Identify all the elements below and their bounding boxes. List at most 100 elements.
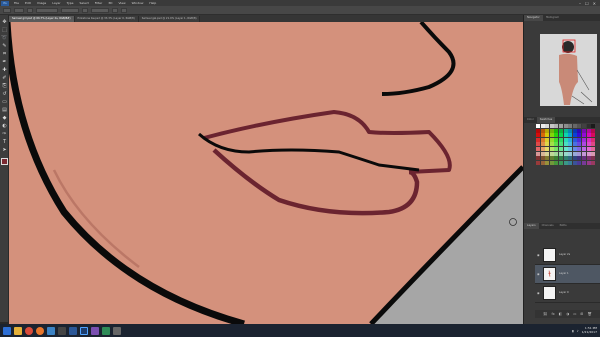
color-swatch[interactable]	[568, 142, 573, 147]
color-swatch[interactable]	[568, 156, 573, 161]
tab-layers[interactable]: Layers	[524, 223, 539, 229]
color-swatch[interactable]	[540, 147, 545, 151]
color-swatch[interactable]	[559, 128, 563, 133]
color-swatch[interactable]	[586, 124, 591, 128]
color-swatch[interactable]	[545, 137, 550, 142]
color-swatch[interactable]	[586, 147, 591, 151]
color-swatch[interactable]	[568, 137, 573, 142]
tool-preset-picker[interactable]	[3, 7, 11, 13]
link-layers-icon[interactable]: ⛓	[543, 312, 547, 316]
color-swatch[interactable]	[554, 133, 559, 138]
volume-icon[interactable]: ♪	[577, 329, 579, 333]
adjustment-layer-icon[interactable]: ◑	[566, 312, 569, 316]
color-swatch[interactable]	[545, 147, 550, 151]
color-swatch[interactable]	[536, 137, 540, 142]
type-tool-icon[interactable]: T	[1, 139, 8, 146]
visibility-eye-icon[interactable]: ◉	[537, 272, 541, 276]
firefox-icon[interactable]	[36, 326, 44, 335]
navigator-preview[interactable]	[537, 30, 600, 110]
color-swatch[interactable]	[591, 151, 596, 156]
color-swatch[interactable]	[549, 137, 554, 142]
color-swatch[interactable]	[545, 142, 550, 147]
color-swatch[interactable]	[536, 142, 540, 147]
color-swatch[interactable]	[568, 147, 573, 151]
crop-tool-icon[interactable]: ⌗	[1, 51, 8, 58]
opacity-field[interactable]	[61, 7, 79, 13]
mode-dropdown[interactable]	[36, 7, 58, 13]
color-swatch[interactable]	[545, 124, 550, 128]
color-swatch[interactable]	[554, 137, 559, 142]
color-swatch[interactable]	[549, 160, 554, 165]
layer-row[interactable]: ◉ Layer 2s	[535, 246, 600, 265]
brush-panel-toggle[interactable]	[27, 7, 33, 13]
color-swatch[interactable]	[554, 128, 559, 133]
maximize-button[interactable]: ☐	[585, 1, 589, 6]
tab-paths[interactable]: Paths	[557, 223, 570, 229]
color-swatch[interactable]	[545, 160, 550, 165]
layer-row[interactable]: ◉ Layer 0	[535, 284, 600, 303]
explorer-icon[interactable]	[14, 326, 22, 335]
color-swatch[interactable]	[559, 142, 563, 147]
color-swatch[interactable]	[568, 128, 573, 133]
color-swatch[interactable]	[572, 156, 577, 161]
tab-channels[interactable]: Channels	[539, 223, 557, 229]
document-canvas[interactable]	[9, 22, 523, 324]
color-swatch[interactable]	[591, 156, 596, 161]
color-swatch[interactable]	[545, 133, 550, 138]
layer-row[interactable]: ◉ Layer 1	[535, 265, 600, 284]
chrome-icon[interactable]	[25, 326, 33, 335]
color-swatch[interactable]	[586, 160, 591, 165]
color-swatch[interactable]	[568, 133, 573, 138]
brush-tool-icon[interactable]: ✐	[1, 75, 8, 82]
brush-size-picker[interactable]	[14, 7, 24, 13]
color-swatch[interactable]	[554, 124, 559, 128]
color-swatch[interactable]	[536, 124, 540, 128]
color-swatch[interactable]	[540, 128, 545, 133]
delete-layer-icon[interactable]: 🗑	[587, 312, 591, 316]
color-swatch[interactable]	[586, 151, 591, 156]
color-swatch[interactable]	[563, 137, 568, 142]
color-swatch[interactable]	[568, 160, 573, 165]
start-icon[interactable]	[3, 326, 11, 335]
color-swatch[interactable]	[591, 160, 596, 165]
terminal-icon[interactable]	[58, 326, 66, 335]
clone-tool-icon[interactable]: ⎘	[1, 83, 8, 90]
eyedropper-tool-icon[interactable]: ✒	[1, 59, 8, 66]
color-swatch[interactable]	[586, 133, 591, 138]
color-swatch[interactable]	[545, 128, 550, 133]
color-swatch[interactable]	[540, 142, 545, 147]
color-swatch[interactable]	[554, 151, 559, 156]
tab-color[interactable]: Color	[524, 117, 537, 123]
color-swatch[interactable]	[536, 147, 540, 151]
color-swatch[interactable]	[536, 151, 540, 156]
color-swatch[interactable]	[545, 151, 550, 156]
pressure-opacity-toggle[interactable]	[82, 7, 88, 13]
color-swatch[interactable]	[540, 160, 545, 165]
healing-tool-icon[interactable]: ✚	[1, 67, 8, 74]
blur-tool-icon[interactable]: ◆	[1, 115, 8, 122]
color-swatch[interactable]	[572, 137, 577, 142]
marquee-tool-icon[interactable]: ⬚	[1, 27, 8, 34]
color-swatch[interactable]	[568, 124, 573, 128]
photoshop-icon[interactable]	[80, 326, 88, 335]
color-swatch[interactable]	[554, 160, 559, 165]
add-mask-icon[interactable]: ◧	[559, 312, 562, 316]
color-swatch[interactable]	[536, 156, 540, 161]
color-swatch[interactable]	[563, 147, 568, 151]
new-group-icon[interactable]: ▭	[573, 312, 576, 316]
color-swatch[interactable]	[582, 124, 586, 128]
flow-field[interactable]	[91, 7, 109, 13]
tab-swatches[interactable]: Swatches	[536, 117, 556, 123]
color-swatch[interactable]	[591, 137, 596, 142]
color-swatch[interactable]	[563, 151, 568, 156]
color-swatch[interactable]	[549, 124, 554, 128]
color-swatch[interactable]	[536, 133, 540, 138]
color-swatch[interactable]	[591, 142, 596, 147]
color-swatch[interactable]	[577, 147, 582, 151]
path-select-tool-icon[interactable]: ➤	[1, 147, 8, 154]
eraser-tool-icon[interactable]: ▭	[1, 99, 8, 106]
color-swatch[interactable]	[563, 156, 568, 161]
color-swatch[interactable]	[591, 124, 596, 128]
minimize-button[interactable]: –	[579, 1, 581, 6]
color-swatch[interactable]	[540, 151, 545, 156]
